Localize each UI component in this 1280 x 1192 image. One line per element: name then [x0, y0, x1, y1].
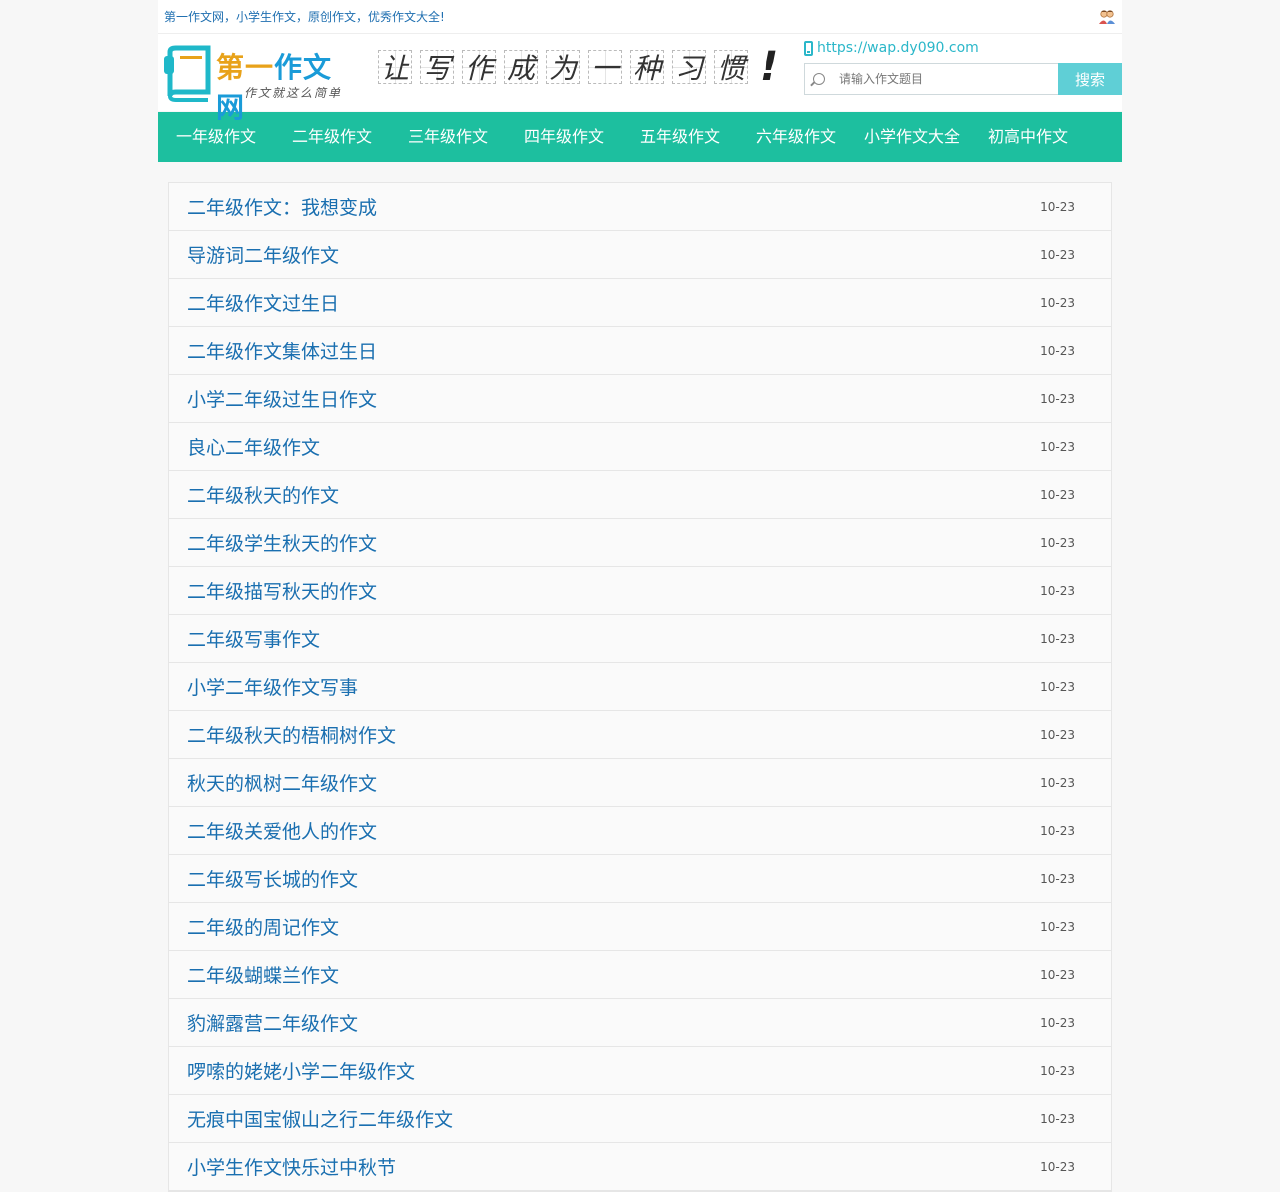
- phone-icon: [804, 40, 813, 56]
- list-item: 小学生作文快乐过中秋节 10-23: [169, 1143, 1111, 1191]
- list-item: 二年级秋天的梧桐树作文 10-23: [169, 711, 1111, 759]
- list-item: 二年级作文过生日 10-23: [169, 279, 1111, 327]
- motto-char: 惯: [714, 50, 748, 85]
- article-date: 10-23: [1040, 199, 1075, 214]
- motto-char: 为: [546, 50, 580, 85]
- logo-title-first: 第一: [216, 51, 275, 84]
- site-logo[interactable]: 第一作文网 作文就这么简单: [164, 42, 360, 124]
- article-date: 10-23: [1040, 535, 1075, 550]
- list-item: 无痕中国宝俶山之行二年级作文 10-23: [169, 1095, 1111, 1143]
- list-item: 二年级学生秋天的作文 10-23: [169, 519, 1111, 567]
- list-item: 二年级蝴蝶兰作文 10-23: [169, 951, 1111, 999]
- article-title-link[interactable]: 小学二年级过生日作文: [187, 385, 377, 412]
- article-title-link[interactable]: 二年级作文：我想变成: [187, 193, 377, 220]
- motto-char: 写: [420, 50, 454, 85]
- article-date: 10-23: [1040, 775, 1075, 790]
- search-button[interactable]: 搜索: [1058, 63, 1122, 95]
- list-item: 啰嗦的姥姥小学二年级作文 10-23: [169, 1047, 1111, 1095]
- list-item: 小学二年级过生日作文 10-23: [169, 375, 1111, 423]
- motto-char: 习: [672, 50, 706, 85]
- nav-grade-3[interactable]: 三年级作文: [390, 112, 506, 162]
- page-container: 第一作文网，小学生作文，原创作文，优秀作文大全! 第一作文网 作文就这么简单 让…: [158, 0, 1122, 1192]
- nav-primary-all[interactable]: 小学作文大全: [854, 112, 970, 162]
- article-date: 10-23: [1040, 247, 1075, 262]
- users-icon[interactable]: [1098, 9, 1116, 25]
- article-title-link[interactable]: 二年级写长城的作文: [187, 865, 358, 892]
- motto-char: 种: [630, 50, 664, 85]
- article-title-link[interactable]: 良心二年级作文: [187, 433, 320, 460]
- motto-char: 作: [462, 50, 496, 85]
- list-item: 秋天的枫树二年级作文 10-23: [169, 759, 1111, 807]
- motto-exclamation: !: [760, 44, 779, 90]
- article-date: 10-23: [1040, 391, 1075, 406]
- article-date: 10-23: [1040, 679, 1075, 694]
- nav-grade-4[interactable]: 四年级作文: [506, 112, 622, 162]
- article-date: 10-23: [1040, 967, 1075, 982]
- mobile-site-link[interactable]: https://wap.dy090.com: [804, 40, 979, 56]
- motto-banner: 让 写 作 成 为 一 种 习 惯 !: [378, 44, 778, 90]
- logo-tagline: 作文就这么简单: [244, 86, 343, 100]
- list-item: 二年级写长城的作文 10-23: [169, 855, 1111, 903]
- article-date: 10-23: [1040, 295, 1075, 310]
- list-item: 二年级作文集体过生日 10-23: [169, 327, 1111, 375]
- article-title-link[interactable]: 二年级关爱他人的作文: [187, 817, 377, 844]
- list-item: 二年级的周记作文 10-23: [169, 903, 1111, 951]
- list-item: 二年级写事作文 10-23: [169, 615, 1111, 663]
- top-bar: 第一作文网，小学生作文，原创作文，优秀作文大全!: [158, 0, 1122, 34]
- article-title-link[interactable]: 无痕中国宝俶山之行二年级作文: [187, 1105, 453, 1132]
- article-title-link[interactable]: 二年级作文集体过生日: [187, 337, 377, 364]
- search-input[interactable]: [837, 71, 1041, 87]
- book-logo-icon: [164, 45, 211, 102]
- article-date: 10-23: [1040, 919, 1075, 934]
- list-item: 豹澥露营二年级作文 10-23: [169, 999, 1111, 1047]
- article-date: 10-23: [1040, 631, 1075, 646]
- article-title-link[interactable]: 二年级蝴蝶兰作文: [187, 961, 339, 988]
- article-title-link[interactable]: 秋天的枫树二年级作文: [187, 769, 377, 796]
- article-title-link[interactable]: 二年级描写秋天的作文: [187, 577, 377, 604]
- article-date: 10-23: [1040, 343, 1075, 358]
- list-item: 导游词二年级作文 10-23: [169, 231, 1111, 279]
- article-date: 10-23: [1040, 583, 1075, 598]
- article-title-link[interactable]: 二年级秋天的梧桐树作文: [187, 721, 396, 748]
- list-item: 二年级秋天的作文 10-23: [169, 471, 1111, 519]
- list-item: 二年级关爱他人的作文 10-23: [169, 807, 1111, 855]
- nav-middle-high[interactable]: 初高中作文: [970, 112, 1086, 162]
- list-item: 二年级作文：我想变成 10-23: [169, 183, 1111, 231]
- list-item: 二年级描写秋天的作文 10-23: [169, 567, 1111, 615]
- article-date: 10-23: [1040, 727, 1075, 742]
- article-date: 10-23: [1040, 823, 1075, 838]
- nav-grade-6[interactable]: 六年级作文: [738, 112, 854, 162]
- article-title-link[interactable]: 啰嗦的姥姥小学二年级作文: [187, 1057, 415, 1084]
- article-date: 10-23: [1040, 487, 1075, 502]
- site-header: 第一作文网 作文就这么简单 让 写 作 成 为 一 种 习 惯 ! https:…: [158, 34, 1122, 124]
- article-title-link[interactable]: 二年级的周记作文: [187, 913, 339, 940]
- motto-char: 让: [378, 50, 412, 85]
- list-item: 良心二年级作文 10-23: [169, 423, 1111, 471]
- search-icon: [813, 73, 825, 85]
- article-title-link[interactable]: 导游词二年级作文: [187, 241, 339, 268]
- article-date: 10-23: [1040, 1015, 1075, 1030]
- nav-grade-5[interactable]: 五年级作文: [622, 112, 738, 162]
- mobile-url[interactable]: https://wap.dy090.com: [817, 40, 979, 56]
- search-bar: 搜索: [804, 63, 1122, 95]
- article-title-link[interactable]: 二年级学生秋天的作文: [187, 529, 377, 556]
- list-item: 小学二年级作文写事 10-23: [169, 663, 1111, 711]
- article-list: 二年级作文：我想变成 10-23 导游词二年级作文 10-23 二年级作文过生日 10-2…: [168, 182, 1112, 1192]
- article-date: 10-23: [1040, 1111, 1075, 1126]
- article-title-link[interactable]: 二年级秋天的作文: [187, 481, 339, 508]
- article-date: 10-23: [1040, 439, 1075, 454]
- motto-char: 一: [588, 50, 622, 85]
- article-date: 10-23: [1040, 871, 1075, 886]
- article-date: 10-23: [1040, 1063, 1075, 1078]
- site-slogan: 第一作文网，小学生作文，原创作文，优秀作文大全!: [164, 10, 445, 24]
- article-title-link[interactable]: 豹澥露营二年级作文: [187, 1009, 358, 1036]
- article-title-link[interactable]: 小学二年级作文写事: [187, 673, 358, 700]
- article-title-link[interactable]: 二年级作文过生日: [187, 289, 339, 316]
- search-box: [804, 63, 1058, 95]
- article-title-link[interactable]: 二年级写事作文: [187, 625, 320, 652]
- motto-char: 成: [504, 50, 538, 85]
